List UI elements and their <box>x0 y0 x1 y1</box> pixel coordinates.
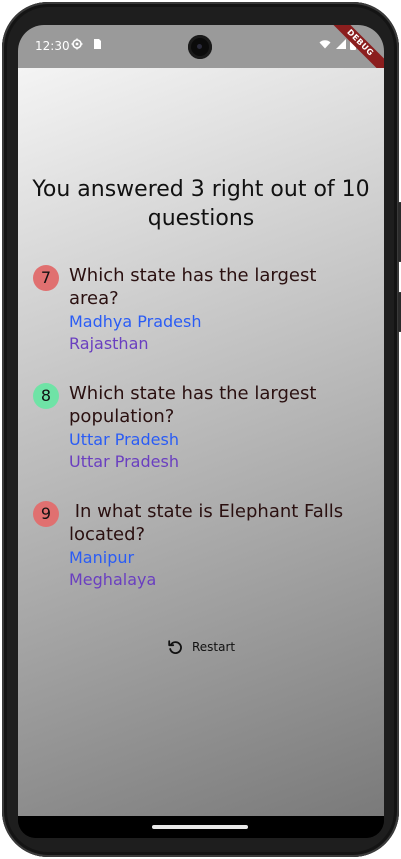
correct-answer: Madhya Pradesh <box>69 312 202 331</box>
correct-answer: Uttar Pradesh <box>69 430 179 449</box>
navigation-bar <box>18 816 384 838</box>
correct-answer: Manipur <box>69 548 135 567</box>
question-text: Which state has the largest population? <box>69 383 317 427</box>
sim-card-icon <box>94 39 101 49</box>
screen: 12:30 DEBUG You answered 3 right out of … <box>18 25 384 838</box>
question-number-badge: 7 <box>33 265 59 291</box>
status-bar: 12:30 DEBUG <box>18 25 384 83</box>
settings-icon <box>71 38 83 50</box>
user-answer: Meghalaya <box>69 570 157 589</box>
front-camera <box>188 35 212 59</box>
home-gesture-handle[interactable] <box>152 825 248 829</box>
restart-icon <box>168 640 182 655</box>
status-time: 12:30 <box>35 39 70 53</box>
user-answer: Uttar Pradesh <box>69 452 179 471</box>
restart-label: Restart <box>192 640 236 654</box>
question-number-badge: 9 <box>33 501 59 527</box>
user-answer: Rajasthan <box>69 334 149 353</box>
results-screen: You answered 3 right out of 10 questions… <box>18 68 384 816</box>
question-text: In what state is Elephant Falls located? <box>69 501 349 545</box>
question-text: Which state has the largest area? <box>69 265 317 309</box>
restart-button[interactable]: Restart <box>166 636 235 658</box>
question-number-badge: 8 <box>33 383 59 409</box>
phone-frame: 12:30 DEBUG You answered 3 right out of … <box>2 2 401 857</box>
results-title: You answered 3 right out of 10 questions <box>32 177 370 231</box>
